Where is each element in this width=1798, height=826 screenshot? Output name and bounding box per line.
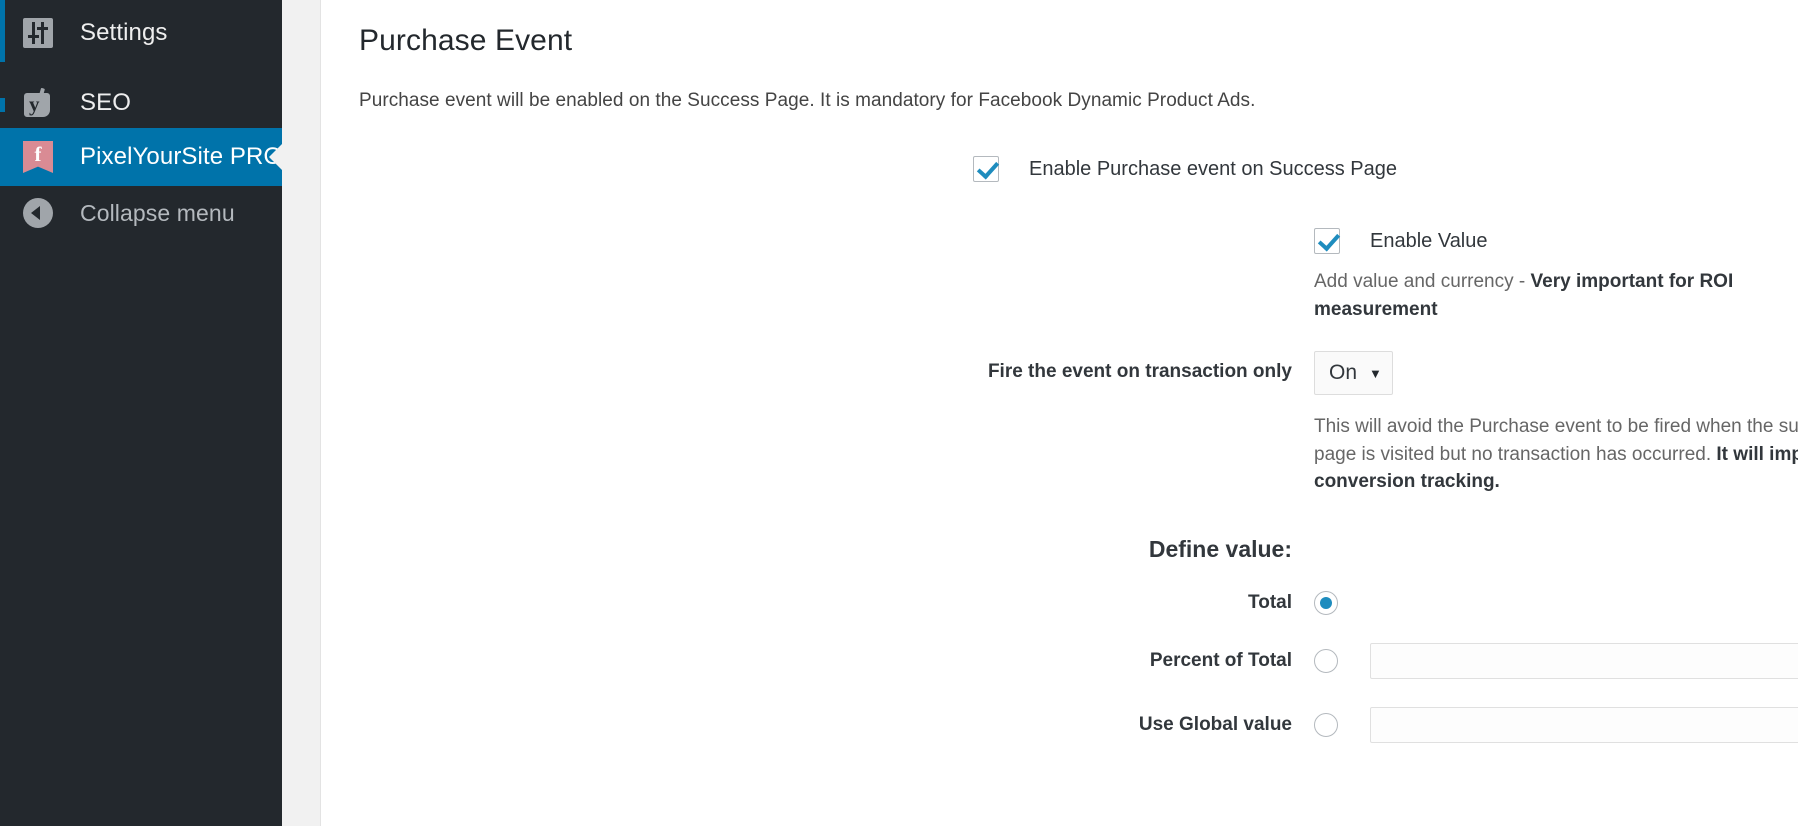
page-title: Purchase Event: [359, 24, 573, 57]
enable-value-label: Enable Value: [1370, 229, 1488, 252]
admin-sidebar: Settings y SEO f PixelYourSite PRO Colla…: [0, 0, 283, 826]
define-value-control: %: [1314, 642, 1798, 679]
fire-transaction-row: Fire the event on transaction only On ▼ …: [359, 351, 1798, 496]
enable-value-desc-normal: Add value and currency -: [1314, 271, 1531, 292]
enable-purchase-label: Enable Purchase event on Success Page: [1029, 157, 1398, 180]
sidebar-item-settings[interactable]: Settings: [0, 2, 282, 64]
define-value-heading-row: Define value:: [359, 536, 1798, 563]
radio-use-global-value[interactable]: [1314, 712, 1338, 737]
sidebar-item-label: Settings: [80, 19, 168, 46]
sidebar-item-seo[interactable]: y SEO: [0, 72, 282, 134]
sliders-icon: [18, 13, 58, 53]
enable-purchase-checkbox-row[interactable]: Enable Purchase event on Success Page: [973, 156, 1798, 182]
enable-value-checkbox-row[interactable]: Enable Value: [1314, 228, 1798, 254]
fire-transaction-label: Fire the event on transaction only: [987, 361, 1292, 383]
enable-purchase-checkbox[interactable]: [973, 156, 999, 182]
sidebar-item-label: PixelYourSite PRO: [80, 143, 283, 170]
define-value-label: Percent of Total: [1149, 649, 1292, 671]
enable-value-row: Enable Value Add value and currency - Ve…: [359, 228, 1798, 323]
fire-transaction-description: This will avoid the Purchase event to be…: [1314, 413, 1798, 496]
content-gutter: [282, 0, 320, 826]
chevron-down-icon: ▼: [1369, 365, 1382, 381]
facebook-pixel-icon: f: [18, 137, 58, 177]
radio-total[interactable]: [1314, 590, 1338, 615]
sidebar-item-pixelyoursite-pro[interactable]: f PixelYourSite PRO: [0, 128, 283, 186]
define-value-control: [1314, 590, 1798, 615]
admin-screen: Settings y SEO f PixelYourSite PRO Colla…: [0, 0, 1798, 826]
sidebar-item-label: Collapse menu: [80, 199, 235, 226]
fire-transaction-control: On ▼ This will avoid the Purchase event …: [1314, 351, 1798, 496]
fire-transaction-select[interactable]: On ▼: [1314, 351, 1393, 396]
define-value-row-total: Total: [359, 590, 1798, 615]
intro-description: Purchase event will be enabled on the Su…: [359, 90, 1256, 111]
fire-transaction-selected-value: On: [1329, 361, 1358, 385]
facebook-glyph: f: [34, 142, 42, 166]
define-value-label: Use Global value: [1138, 713, 1292, 735]
enable-value-checkbox[interactable]: [1314, 228, 1340, 254]
define-value-row-percent: Percent of Total %: [359, 642, 1798, 679]
sidebar-item-label: SEO: [80, 89, 131, 116]
active-item-arrow-icon: [269, 143, 283, 171]
define-value-row-global: Use Global value: [359, 706, 1798, 743]
enable-value-control: Enable Value Add value and currency - Ve…: [1314, 228, 1798, 323]
enable-purchase-control: Enable Purchase event on Success Page: [973, 156, 1798, 182]
collapse-arrow-icon: [18, 193, 58, 233]
radio-percent-of-total[interactable]: [1314, 648, 1338, 673]
define-value-control: [1314, 706, 1798, 743]
yoast-seo-icon: y: [18, 83, 58, 123]
sidebar-item-collapse-menu[interactable]: Collapse menu: [0, 182, 282, 244]
enable-purchase-row: Enable Purchase event on Success Page: [359, 156, 1798, 182]
percent-of-total-input[interactable]: [1370, 642, 1798, 679]
define-value-label: Total: [1248, 591, 1292, 613]
enable-value-description: Add value and currency - Very important …: [1314, 268, 1798, 323]
use-global-value-input[interactable]: [1370, 706, 1798, 743]
define-value-heading: Define value:: [1148, 535, 1292, 562]
settings-panel: Purchase Event Purchase event will be en…: [320, 0, 1798, 826]
